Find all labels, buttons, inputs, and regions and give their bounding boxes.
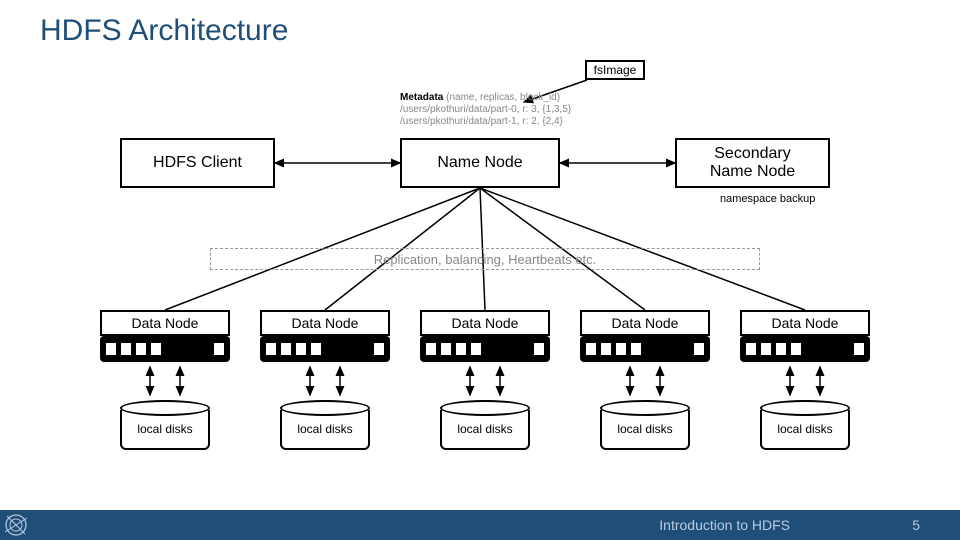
data-node-label: Data Node [740, 310, 870, 336]
slide-title: HDFS Architecture [40, 14, 288, 48]
rack-icon [260, 336, 390, 362]
metadata-text: Metadata (name, replicas, block_id) /use… [400, 92, 571, 128]
local-disks-3: local disks [440, 400, 530, 450]
data-node-1: Data Node [100, 310, 230, 362]
data-node-label: Data Node [580, 310, 710, 336]
data-node-4: Data Node [580, 310, 710, 362]
secondary-name-node-box: Secondary Name Node [675, 138, 830, 188]
data-node-label: Data Node [260, 310, 390, 336]
data-node-2: Data Node [260, 310, 390, 362]
local-disks-1: local disks [120, 400, 210, 450]
diagram-container: fsImage Metadata (name, replicas, block_… [90, 60, 870, 480]
cern-logo-icon [0, 510, 32, 540]
footer-title: Introduction to HDFS [659, 517, 790, 533]
rack-icon [420, 336, 550, 362]
hdfs-client-box: HDFS Client [120, 138, 275, 188]
fsimage-box: fsImage [585, 60, 645, 80]
data-node-label: Data Node [420, 310, 550, 336]
data-node-label: Data Node [100, 310, 230, 336]
namespace-backup-label: namespace backup [720, 193, 815, 205]
rack-icon [740, 336, 870, 362]
local-disks-4: local disks [600, 400, 690, 450]
footer-page-number: 5 [912, 517, 920, 533]
replication-box: Replication, balancing, Heartbeats etc. [210, 248, 760, 270]
name-node-box: Name Node [400, 138, 560, 188]
rack-icon [100, 336, 230, 362]
local-disks-2: local disks [280, 400, 370, 450]
data-node-5: Data Node [740, 310, 870, 362]
local-disks-5: local disks [760, 400, 850, 450]
rack-icon [580, 336, 710, 362]
data-node-3: Data Node [420, 310, 550, 362]
footer-bar: Introduction to HDFS 5 [0, 510, 960, 540]
